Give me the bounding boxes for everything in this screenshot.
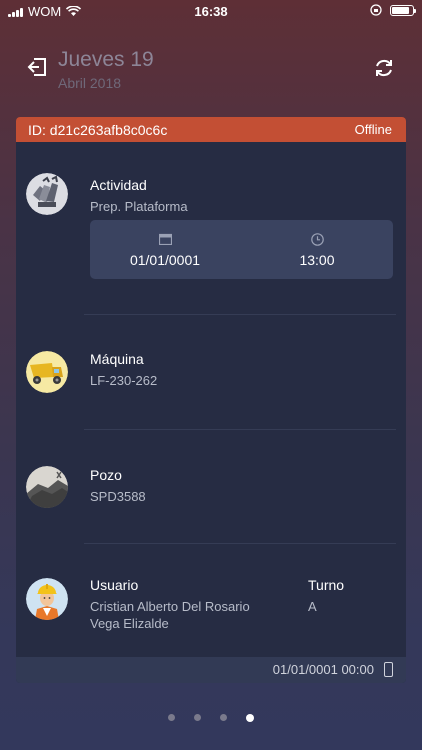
actividad-datetime-box: 01/01/0001 13:00 [90,220,393,279]
actividad-label: Actividad [90,177,147,193]
page-dot[interactable] [220,714,227,721]
refresh-icon[interactable] [372,56,396,80]
maquina-row[interactable]: Máquina LF-230-262 [16,315,406,429]
actividad-value: Prep. Plataforma [90,199,188,214]
usuario-name-line1: Cristian Alberto Del Rosario [90,599,250,614]
maquina-label: Máquina [90,351,144,367]
usuario-row[interactable]: Usuario Cristian Alberto Del Rosario Veg… [16,544,406,656]
status-bar: WOM 16:38 [0,0,422,22]
turno-value: A [308,599,317,614]
date-header: Jueves 19 Abril 2018 [26,48,396,94]
usuario-label: Usuario [90,577,139,593]
actividad-row[interactable]: Actividad Prep. Plataforma 01/01/0001 13… [16,117,406,315]
pozo-value: SPD3588 [90,489,146,504]
status-time: 16:38 [194,4,228,19]
page-indicator[interactable] [0,714,422,722]
maquina-value: LF-230-262 [90,373,158,388]
clock-icon [310,233,324,246]
actividad-date: 01/01/0001 [129,252,201,268]
page-dot[interactable] [246,714,254,722]
exit-icon[interactable] [26,56,48,78]
gloves-icon [26,173,68,215]
card-footer: 01/01/0001 00:00 [16,657,406,683]
phone-icon [384,662,393,677]
drill-well-icon [26,466,68,508]
usuario-name-line2: Vega Elizalde [90,616,169,631]
worker-avatar-icon [26,578,68,620]
turno-label: Turno [308,577,345,593]
day-title: Jueves 19 [58,48,154,71]
pozo-row[interactable]: Pozo SPD3588 [16,430,406,543]
dump-truck-icon [26,351,68,393]
orientation-lock-icon [370,4,382,16]
month-subtitle: Abril 2018 [58,75,122,91]
battery-icon [390,4,416,16]
sync-timestamp: 01/01/0001 00:00 [272,662,374,677]
actividad-time: 13:00 [299,252,335,268]
pozo-label: Pozo [90,467,122,483]
page-dot[interactable] [194,714,201,721]
calendar-icon [158,233,172,245]
record-card[interactable]: ID: d21c263afb8c0c6c Offline Actividad P… [16,117,406,683]
page-dot[interactable] [168,714,175,721]
